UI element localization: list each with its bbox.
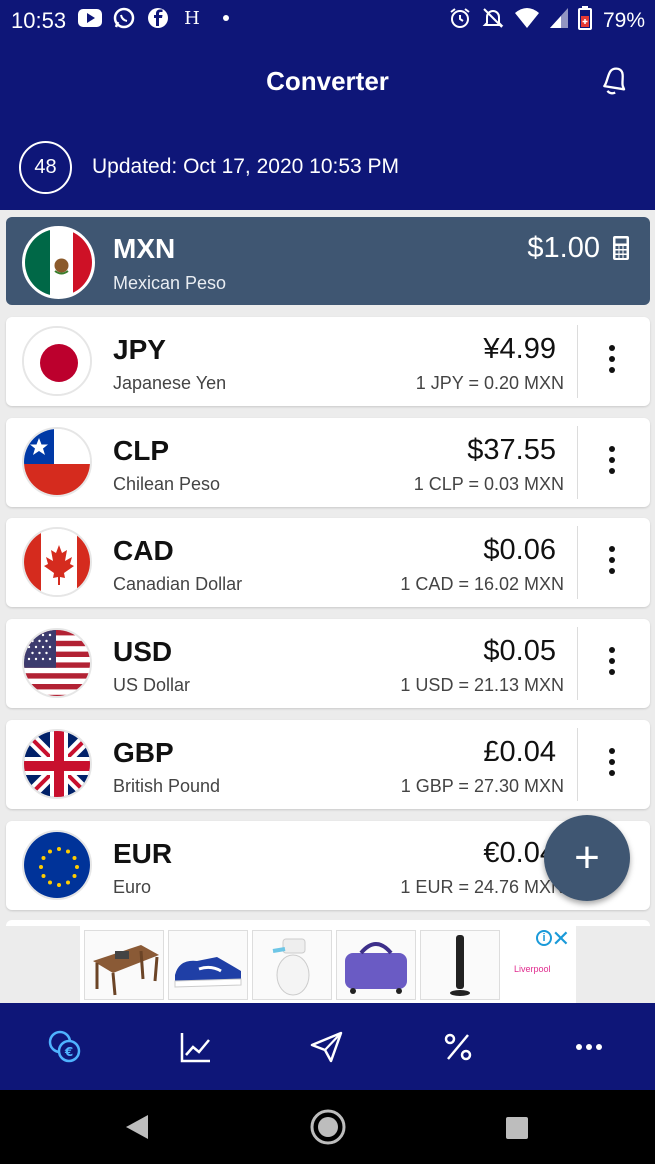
send-icon[interactable] bbox=[309, 1029, 345, 1065]
currency-code: CLP bbox=[113, 435, 169, 466]
currency-row-jpy[interactable]: JPY Japanese Yen ¥4.99 1 JPY = 0.20 MXN bbox=[6, 317, 650, 406]
usa-flag-icon bbox=[22, 628, 92, 698]
whatsapp-icon bbox=[112, 6, 136, 30]
exchange-rate: 1 EUR = 24.76 MXN bbox=[400, 877, 564, 897]
ad-product-fan-image[interactable] bbox=[420, 930, 500, 1000]
converted-amount: ¥4.99 bbox=[483, 333, 556, 365]
more-options-icon[interactable] bbox=[608, 748, 616, 782]
currency-name: Euro bbox=[113, 877, 152, 897]
more-options-icon[interactable] bbox=[608, 647, 616, 681]
bottom-navigation: € bbox=[0, 1003, 655, 1090]
chile-flag-icon bbox=[22, 427, 92, 497]
hotel-h-icon: H bbox=[184, 7, 200, 29]
currency-row-cad[interactable]: CAD Canadian Dollar $0.06 1 CAD = 16.02 … bbox=[6, 518, 650, 607]
dot-icon bbox=[214, 6, 238, 30]
converted-amount: $37.55 bbox=[467, 434, 556, 466]
currency-name: Canadian Dollar bbox=[113, 574, 243, 594]
currency-code: USD bbox=[113, 636, 173, 667]
system-navigation-bar bbox=[0, 1090, 655, 1164]
ad-brand-logo[interactable]: Liverpool bbox=[514, 964, 551, 974]
currency-code: JPY bbox=[113, 334, 166, 365]
divider bbox=[577, 426, 578, 499]
converted-amount: £0.04 bbox=[483, 736, 556, 768]
more-options-icon[interactable] bbox=[608, 546, 616, 580]
battery-percent: 79% bbox=[602, 8, 645, 32]
exchange-rate: 1 USD = 21.13 MXN bbox=[400, 675, 564, 695]
currency-row-gbp[interactable]: GBP British Pound £0.04 1 GBP = 27.30 MX… bbox=[6, 720, 650, 809]
ad-product-shoe-image[interactable] bbox=[168, 930, 248, 1000]
canada-flag-icon bbox=[22, 527, 92, 597]
more-options-icon[interactable] bbox=[608, 446, 616, 480]
currency-name: Chilean Peso bbox=[113, 474, 221, 494]
more-icon[interactable] bbox=[571, 1029, 607, 1065]
add-currency-button[interactable]: + bbox=[544, 815, 630, 901]
currency-code: CAD bbox=[113, 535, 174, 566]
chart-icon[interactable] bbox=[178, 1029, 214, 1065]
exchange-rate: 1 CAD = 16.02 MXN bbox=[400, 574, 564, 594]
ad-product-duffel-image[interactable] bbox=[336, 930, 416, 1000]
exchange-rate: 1 CLP = 0.03 MXN bbox=[413, 474, 564, 494]
divider bbox=[577, 627, 578, 700]
app-header: Converter 48 Updated: Oct 17, 2020 10:53… bbox=[0, 40, 655, 210]
mexico-flag-icon bbox=[22, 226, 95, 299]
facebook-icon bbox=[146, 6, 170, 30]
exchange-rate: 1 JPY = 0.20 MXN bbox=[415, 373, 564, 393]
more-options-icon[interactable] bbox=[608, 345, 616, 379]
calculator-icon[interactable] bbox=[612, 235, 630, 261]
back-icon[interactable] bbox=[124, 1113, 150, 1146]
youtube-icon bbox=[78, 6, 102, 30]
svg-text:€: € bbox=[64, 1045, 73, 1059]
home-icon[interactable] bbox=[309, 1108, 347, 1151]
currency-name: US Dollar bbox=[113, 675, 191, 695]
currency-name: Japanese Yen bbox=[113, 373, 227, 393]
ad-close-icon[interactable]: ✕ bbox=[552, 926, 570, 952]
divider bbox=[577, 728, 578, 801]
divider bbox=[577, 526, 578, 599]
divider bbox=[577, 325, 578, 398]
percent-icon[interactable] bbox=[440, 1029, 476, 1065]
currency-row-usd[interactable]: USD US Dollar $0.05 1 USD = 21.13 MXN bbox=[6, 619, 650, 708]
converter-icon[interactable]: € bbox=[47, 1029, 83, 1065]
exchange-rate: 1 GBP = 27.30 MXN bbox=[400, 776, 564, 796]
battery-icon bbox=[577, 6, 592, 35]
currency-code: MXN bbox=[113, 233, 176, 264]
ad-content[interactable]: i ✕ Liverpool bbox=[80, 926, 576, 1003]
eu-flag-icon bbox=[22, 830, 92, 900]
bell-icon[interactable] bbox=[597, 62, 631, 98]
status-time: 10:53 bbox=[11, 8, 67, 33]
currency-name: British Pound bbox=[113, 776, 221, 796]
updated-timestamp: Updated: Oct 17, 2020 10:53 PM bbox=[92, 155, 400, 178]
signal-icon bbox=[549, 7, 569, 34]
base-currency-card[interactable]: MXN Mexican Peso $1.00 bbox=[6, 217, 650, 305]
currency-code: EUR bbox=[113, 838, 173, 869]
refresh-timer[interactable]: 48 bbox=[19, 141, 72, 194]
page-title: Converter bbox=[266, 66, 389, 96]
wifi-icon bbox=[514, 7, 540, 34]
base-amount[interactable]: $1.00 bbox=[527, 232, 600, 265]
currency-code: GBP bbox=[113, 737, 174, 768]
ad-banner: i ✕ Liverpool bbox=[0, 926, 655, 1003]
converted-amount: $0.06 bbox=[483, 534, 556, 566]
alarm-icon bbox=[448, 6, 472, 35]
converted-amount: $0.05 bbox=[483, 635, 556, 667]
currency-name: Mexican Peso bbox=[113, 273, 227, 293]
recents-icon[interactable] bbox=[505, 1116, 529, 1145]
notifications-off-icon bbox=[481, 6, 505, 35]
uk-flag-icon bbox=[22, 729, 92, 799]
status-bar: 10:53 H 79% bbox=[0, 0, 655, 40]
ad-product-table-image[interactable] bbox=[84, 930, 164, 1000]
ad-info-icon[interactable]: i bbox=[536, 930, 552, 946]
ad-product-steamer-image[interactable] bbox=[252, 930, 332, 1000]
japan-flag-icon bbox=[22, 326, 92, 396]
currency-row-clp[interactable]: CLP Chilean Peso $37.55 1 CLP = 0.03 MXN bbox=[6, 418, 650, 507]
